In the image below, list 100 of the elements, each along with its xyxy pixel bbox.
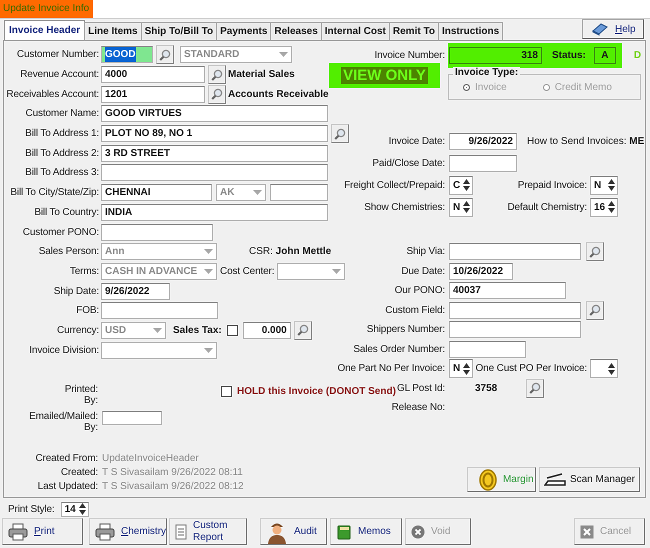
spin-field[interactable]: N bbox=[449, 359, 473, 378]
input-field[interactable]: 9/26/2022 bbox=[449, 132, 517, 150]
input-field[interactable]: GOOD VIRTUES bbox=[101, 105, 328, 122]
input-field[interactable]: 3 RD STREET bbox=[101, 144, 328, 162]
tab[interactable]: Releases bbox=[270, 22, 322, 40]
action-button[interactable]: Audit bbox=[260, 518, 327, 545]
info-text: UpdateInvoiceHeader bbox=[102, 452, 199, 464]
input-field[interactable] bbox=[101, 164, 328, 182]
caret-icon bbox=[253, 190, 262, 196]
search-icon bbox=[211, 68, 223, 81]
spin-field[interactable]: N bbox=[449, 198, 473, 216]
input-field[interactable]: GOOD bbox=[101, 46, 153, 64]
field-label: FOB: bbox=[76, 305, 99, 316]
hold-label: HOLD this Invoice (DONOT Send) bbox=[237, 386, 396, 396]
input-field[interactable] bbox=[449, 154, 517, 172]
action-button[interactable]: Memos bbox=[330, 518, 402, 545]
field-label: Sales Order Number: bbox=[353, 344, 445, 355]
field-label: Sales Person: bbox=[38, 246, 99, 258]
search-button[interactable] bbox=[208, 65, 226, 84]
input-field[interactable] bbox=[449, 302, 581, 319]
group-title: Invoice Type: bbox=[453, 67, 520, 78]
field-label: Freight Collect/Prepaid: bbox=[344, 180, 445, 190]
input-field[interactable]: 9/26/2022 bbox=[101, 282, 170, 300]
view-only-badge: VIEW ONLY bbox=[329, 63, 440, 88]
field-label: Terms: bbox=[70, 266, 99, 277]
field-label: One Part No Per Invoice: bbox=[337, 363, 445, 374]
input-field[interactable] bbox=[449, 340, 526, 358]
tab[interactable]: Instructions bbox=[438, 22, 504, 40]
search-button[interactable] bbox=[331, 124, 349, 144]
field-label: By: bbox=[84, 422, 98, 433]
search-button[interactable] bbox=[586, 242, 604, 262]
spin-arrows-icon bbox=[463, 200, 470, 214]
spin-arrows-icon bbox=[463, 362, 470, 376]
tab[interactable]: Invoice Header bbox=[4, 20, 86, 40]
caret-icon bbox=[153, 328, 162, 333]
tab[interactable]: Payments bbox=[216, 22, 272, 40]
spin-arrows-icon bbox=[463, 178, 470, 192]
search-button[interactable] bbox=[294, 320, 312, 340]
search-icon bbox=[296, 324, 309, 336]
checkbox[interactable] bbox=[221, 386, 232, 396]
field-label: Status: bbox=[552, 50, 586, 60]
search-button[interactable] bbox=[208, 84, 226, 104]
field-label: Prepaid Invoice: bbox=[518, 180, 587, 190]
caret-icon bbox=[332, 268, 342, 274]
info-text: Accounts Receivable bbox=[228, 88, 329, 100]
search-button[interactable] bbox=[156, 45, 174, 64]
spin-field[interactable]: N bbox=[590, 176, 618, 194]
field-label: Paid/Close Date: bbox=[372, 158, 445, 168]
tab[interactable]: Internal Cost bbox=[320, 22, 390, 40]
input-field[interactable]: 1201 bbox=[101, 86, 205, 103]
input-field[interactable] bbox=[101, 302, 218, 320]
spin-field[interactable]: 14 bbox=[60, 502, 89, 516]
info-text: Sales Tax: bbox=[173, 324, 222, 336]
field-label: Custom Field: bbox=[385, 304, 445, 316]
spin-arrows-icon bbox=[608, 362, 615, 376]
field-label: Currency: bbox=[57, 324, 99, 336]
tab[interactable]: Line Items bbox=[84, 22, 142, 40]
tab[interactable]: Remit To bbox=[388, 22, 439, 40]
action-button[interactable]: Custom Report bbox=[169, 518, 247, 545]
action-button[interactable]: Scan Manager bbox=[538, 467, 640, 492]
spin-field[interactable]: C bbox=[449, 176, 473, 194]
checkbox[interactable] bbox=[226, 324, 238, 336]
search-button[interactable] bbox=[526, 378, 544, 398]
tab[interactable]: Ship To/Bill To bbox=[140, 22, 218, 40]
info-text: Material Sales bbox=[228, 69, 295, 80]
spin-field[interactable] bbox=[590, 359, 618, 378]
field-label: Receivables Account: bbox=[6, 88, 99, 100]
info-text: How to Send Invoices: ME bbox=[527, 136, 644, 146]
field-label: Print Style: bbox=[8, 504, 55, 514]
input-field[interactable]: 0.000 bbox=[242, 322, 291, 339]
input-field[interactable] bbox=[449, 321, 581, 338]
input-field[interactable]: 4000 bbox=[101, 66, 205, 84]
search-button[interactable] bbox=[586, 300, 604, 320]
book-icon bbox=[336, 524, 352, 540]
input-field[interactable] bbox=[449, 243, 581, 260]
spin-arrows-icon bbox=[608, 178, 615, 192]
spin-field[interactable]: 16 bbox=[590, 198, 618, 216]
input-field[interactable]: A bbox=[594, 46, 616, 64]
close-icon bbox=[411, 524, 425, 538]
search-icon bbox=[211, 88, 223, 100]
field-label: Due Date: bbox=[401, 266, 445, 277]
field-label: Ship Date: bbox=[54, 286, 99, 297]
input-field[interactable]: 318 bbox=[449, 46, 542, 64]
scanner-icon bbox=[544, 472, 566, 486]
input-field[interactable] bbox=[101, 224, 213, 241]
field-label: GL Post Id: bbox=[396, 382, 445, 394]
field-label: Bill To Country: bbox=[34, 206, 99, 218]
input-field[interactable]: INDIA bbox=[101, 204, 328, 221]
input-field[interactable]: 40037 bbox=[449, 282, 566, 300]
action-button[interactable]: Print bbox=[2, 518, 83, 545]
field-label: One Cust PO Per Invoice: bbox=[476, 363, 587, 374]
input-field[interactable]: CHENNAI bbox=[101, 184, 212, 202]
info-text: T S Sivasailam 9/26/2022 08:11 bbox=[102, 466, 243, 478]
input-field[interactable] bbox=[270, 184, 328, 202]
input-field[interactable]: PLOT NO 89, NO 1 bbox=[101, 125, 328, 142]
help-button[interactable]: Help bbox=[582, 19, 644, 39]
input-field[interactable]: 10/26/2022 bbox=[449, 262, 513, 280]
action-button[interactable]: Chemistry bbox=[89, 518, 167, 545]
input-field[interactable] bbox=[102, 411, 162, 425]
caret-icon bbox=[279, 52, 288, 58]
